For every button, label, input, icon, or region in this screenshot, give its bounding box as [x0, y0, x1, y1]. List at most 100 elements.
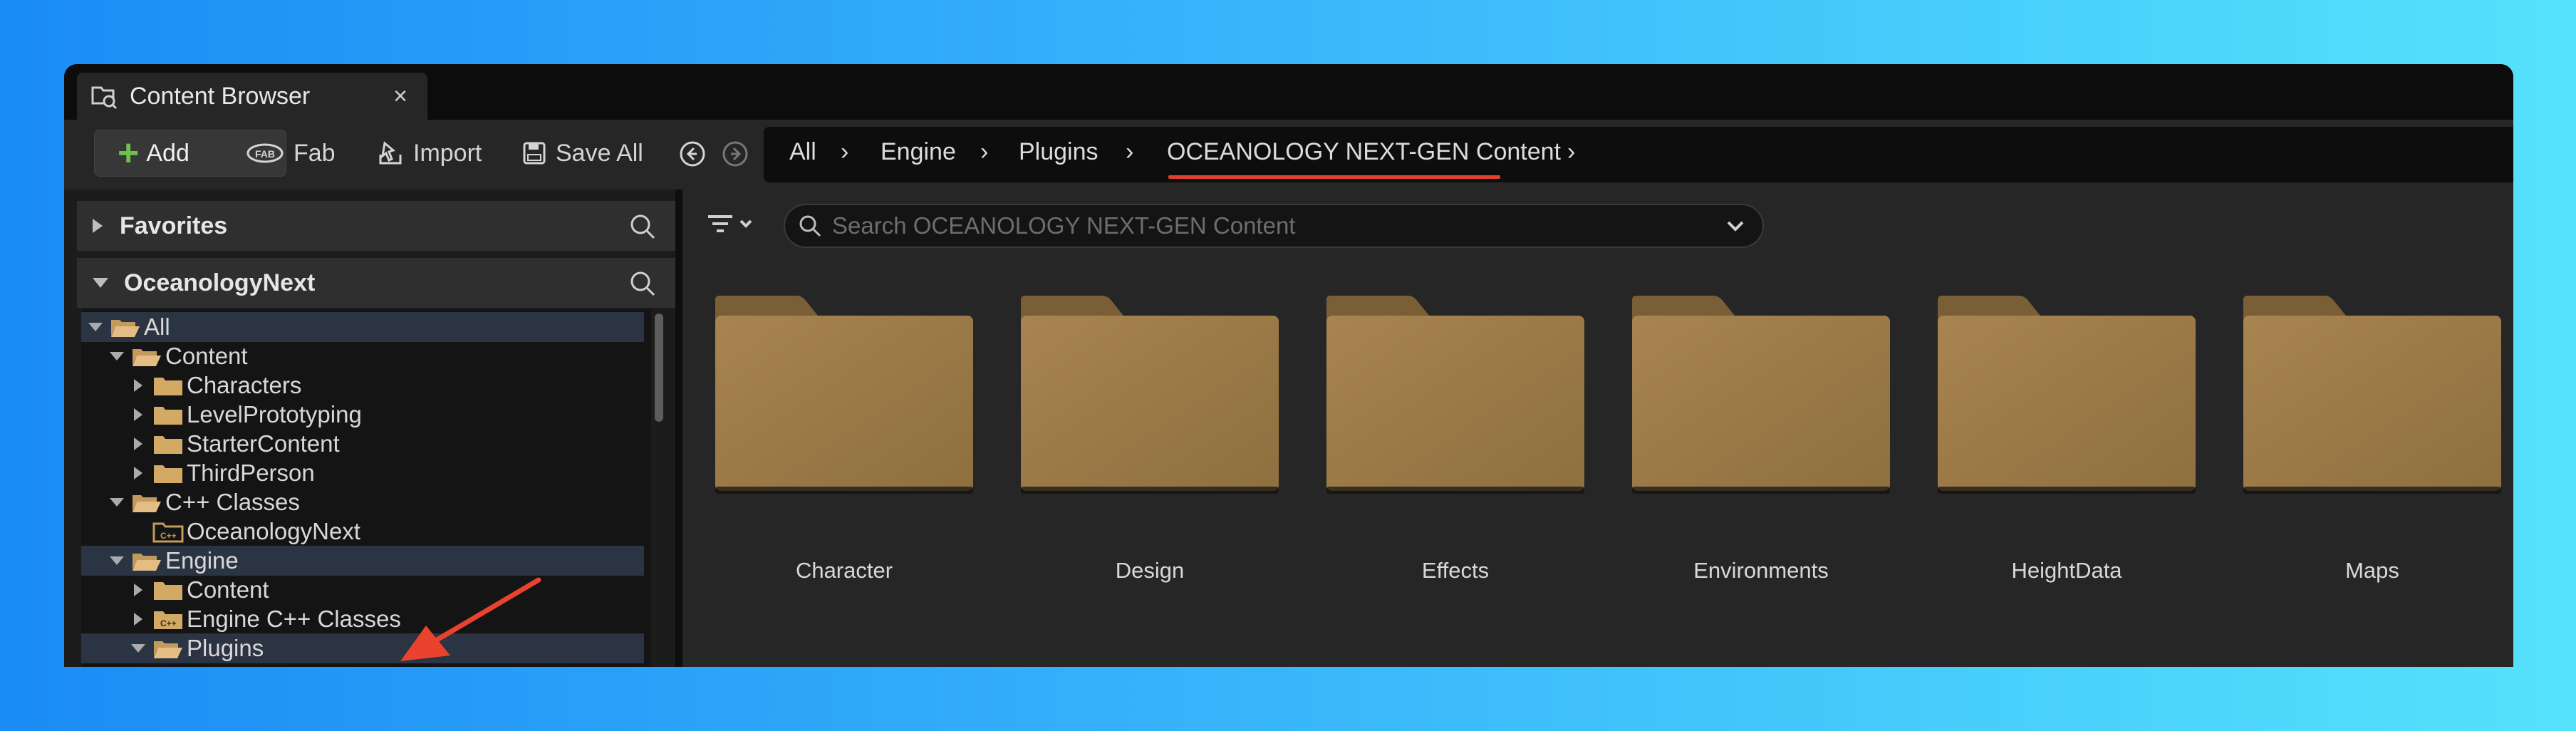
search-icon[interactable]: [628, 269, 657, 298]
import-button[interactable]: Import: [376, 130, 482, 177]
search-input[interactable]: [832, 212, 1687, 239]
tab-close-button[interactable]: ×: [393, 83, 407, 110]
chevron-right-icon[interactable]: ›: [1567, 138, 1575, 166]
plus-icon: +: [118, 133, 140, 174]
breadcrumb-item-plugins[interactable]: Plugins: [1019, 138, 1099, 166]
content-browser-icon: [90, 82, 118, 110]
filter-icon[interactable]: [705, 211, 762, 239]
forward-icon[interactable]: [721, 140, 749, 168]
chevron-right-icon[interactable]: [128, 609, 148, 629]
folder-open-icon: [133, 495, 161, 512]
chevron-right-icon: ›: [1126, 138, 1134, 165]
save-all-button[interactable]: Save All: [521, 130, 643, 177]
folder-icon: [154, 407, 182, 425]
folder-icon: [154, 436, 182, 454]
tree-row[interactable]: C++ Classes: [81, 487, 644, 517]
tree-row[interactable]: Content: [81, 575, 644, 605]
chevron-down-icon[interactable]: [1724, 217, 1747, 237]
folder-tile[interactable]: Effects: [1324, 294, 1587, 583]
folder-tree: All Content Characters LevelPrototyping Star…: [81, 309, 651, 667]
folder-tile[interactable]: Environments: [1629, 294, 1893, 583]
tree-row-label: ThirdPerson: [187, 460, 315, 486]
folder-tile-label: Effects: [1421, 558, 1490, 583]
tree-row[interactable]: Plugins: [81, 633, 644, 663]
chevron-down-icon[interactable]: [107, 551, 127, 571]
search-icon[interactable]: [628, 212, 657, 241]
chevron-down-icon[interactable]: [85, 317, 105, 337]
chevron-down-icon[interactable]: [128, 638, 148, 658]
folder-icon: [715, 296, 973, 494]
panel-splitter[interactable]: [675, 190, 682, 667]
tree-row[interactable]: ThirdPerson: [81, 458, 644, 488]
folder-tile-label: Design: [1115, 558, 1185, 583]
tree-row[interactable]: LevelPrototyping: [81, 400, 644, 430]
tree-row[interactable]: Content: [81, 341, 644, 371]
tree-row-label: Content: [165, 343, 248, 369]
folder-open-icon: [133, 554, 161, 571]
folder-icon: [2243, 296, 2501, 494]
tree-row-label: Characters: [187, 372, 302, 398]
folder-icon: [154, 378, 182, 395]
save-all-label: Save All: [556, 139, 643, 167]
back-icon[interactable]: [678, 140, 707, 168]
favorites-label: Favorites: [120, 212, 228, 239]
import-label: Import: [413, 139, 482, 167]
project-label: OceanologyNext: [124, 269, 316, 296]
tab-strip: Content Browser ×: [64, 64, 2513, 120]
tree-scrollbar-thumb[interactable]: [655, 313, 663, 422]
annotation-arrow-icon: [400, 577, 541, 661]
fab-label: Fab: [294, 139, 336, 167]
chevron-right-icon[interactable]: [128, 580, 148, 600]
breadcrumb-item-all[interactable]: All: [789, 138, 816, 166]
folder-icon: [154, 465, 182, 483]
folder-tile-label: Character: [795, 558, 893, 583]
tree-row-label: OceanologyNext: [187, 518, 360, 544]
tree-row-label: C++ Classes: [165, 489, 300, 515]
tree-row[interactable]: C++ OceanologyNext: [81, 517, 644, 546]
tree-row-label: LevelPrototyping: [187, 401, 362, 427]
svg-text:C++: C++: [160, 618, 177, 628]
chevron-right-icon[interactable]: [128, 434, 148, 454]
folder-tile[interactable]: HeightData: [1935, 294, 2198, 583]
folder-tile[interactable]: Character: [712, 294, 976, 583]
folder-open-icon: [111, 320, 140, 337]
folder-icon: [154, 582, 182, 600]
folder-tile[interactable]: Maps: [2240, 294, 2504, 583]
tree-row-label: StarterContent: [187, 430, 340, 457]
folder-icon: [1632, 296, 1890, 494]
tree-row[interactable]: Characters: [81, 370, 644, 400]
chevron-right-icon[interactable]: [128, 405, 148, 425]
tree-row[interactable]: StarterContent: [81, 429, 644, 459]
chevron-down-icon[interactable]: [107, 492, 127, 512]
folder-tile-label: HeightData: [2011, 558, 2122, 583]
chevron-right-icon[interactable]: [128, 463, 148, 483]
folder-icon: [1021, 296, 1279, 494]
tree-row[interactable]: Engine: [81, 546, 644, 576]
chevron-down-icon: [93, 278, 108, 288]
folder-tile[interactable]: Design: [1018, 294, 1282, 583]
tab-title: Content Browser: [130, 82, 311, 110]
tree-row-label: Plugins: [187, 635, 264, 661]
breadcrumb-item-engine[interactable]: Engine: [881, 138, 956, 166]
project-header[interactable]: OceanologyNext: [77, 258, 675, 308]
tree-row[interactable]: C++ Engine C++ Classes: [81, 604, 644, 634]
save-icon: [523, 142, 546, 165]
folder-tile-label: Maps: [2345, 558, 2399, 583]
breadcrumb-item-current[interactable]: OCEANOLOGY NEXT-GEN Content: [1167, 138, 1561, 166]
tree-row-label: Engine: [165, 547, 239, 574]
chevron-right-icon[interactable]: [128, 375, 148, 395]
tab-content-browser[interactable]: Content Browser ×: [77, 73, 427, 120]
chevron-right-icon: ›: [841, 138, 849, 165]
chevron-right-icon: [93, 219, 103, 233]
tree-row[interactable]: All: [81, 312, 644, 342]
tree-row-label: Content: [187, 576, 269, 603]
folder-icon: [1938, 296, 2196, 494]
search-bar[interactable]: [784, 204, 1764, 248]
fab-button[interactable]: FAB Fab: [245, 130, 336, 177]
favorites-header[interactable]: Favorites: [77, 201, 675, 251]
tree-row-label: Engine C++ Classes: [187, 606, 401, 632]
chevron-down-icon[interactable]: [107, 346, 127, 366]
import-icon: [379, 141, 402, 165]
cpp-folder-icon: C++: [154, 611, 182, 629]
